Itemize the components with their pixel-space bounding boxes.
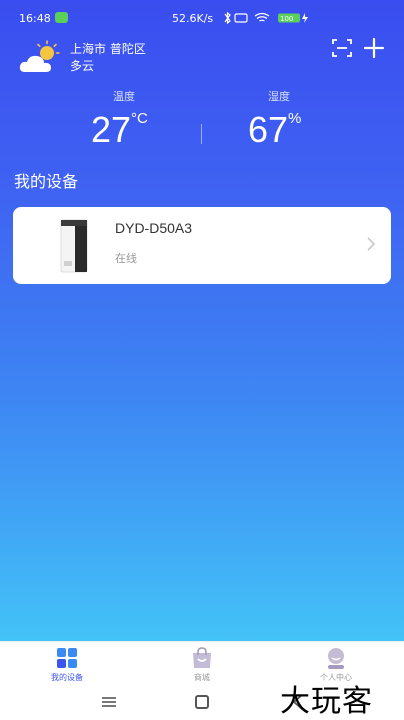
device-status: 在线 bbox=[115, 252, 137, 265]
status-bar: 16:48 52.6K/s 100 bbox=[0, 0, 404, 38]
profile-icon bbox=[328, 648, 344, 669]
tab-shop[interactable]: 商城 bbox=[162, 644, 242, 684]
humidity-label: 湿度 bbox=[268, 90, 290, 103]
humidity-value: 67 bbox=[248, 109, 289, 150]
watermark: 大玩客 bbox=[280, 684, 373, 719]
humidity-reading: 67% bbox=[248, 108, 301, 152]
temperature-unit: °C bbox=[131, 110, 148, 127]
temperature-value: 27 bbox=[91, 109, 132, 150]
tab-label: 商城 bbox=[194, 673, 210, 682]
network-speed: 52.6K/s bbox=[172, 12, 214, 25]
humidity-unit: % bbox=[288, 110, 302, 127]
status-icons: 100 bbox=[224, 11, 308, 25]
weather-city: 上海市 普陀区 bbox=[70, 42, 146, 56]
stat-divider bbox=[201, 124, 202, 144]
home-screen: 16:48 52.6K/s 100 上海市 普陀区 多云 温度 27°C 湿度 … bbox=[0, 0, 404, 641]
device-card[interactable]: DYD-D50A3 在线 bbox=[13, 207, 391, 284]
add-device-icon[interactable] bbox=[362, 36, 386, 60]
partly-cloudy-icon bbox=[19, 40, 60, 72]
home-icon[interactable] bbox=[195, 695, 209, 709]
battery-level: 100 bbox=[280, 15, 293, 23]
bluetooth-icon bbox=[224, 11, 231, 25]
status-time: 16:48 bbox=[19, 12, 51, 25]
app-notification-icon bbox=[55, 12, 68, 23]
dehumidifier-icon bbox=[60, 219, 88, 273]
sim-icon bbox=[234, 13, 248, 23]
scan-icon[interactable] bbox=[331, 37, 353, 59]
device-name: DYD-D50A3 bbox=[115, 220, 193, 236]
chevron-right-icon bbox=[367, 237, 376, 251]
charging-icon bbox=[302, 13, 308, 23]
my-devices-title: 我的设备 bbox=[14, 172, 79, 191]
shopping-bag-icon bbox=[193, 647, 211, 668]
temperature-label: 温度 bbox=[113, 90, 135, 103]
menu-icon[interactable] bbox=[102, 697, 116, 707]
weather-condition: 多云 bbox=[70, 59, 95, 73]
grid-icon bbox=[57, 648, 77, 668]
wifi-icon bbox=[254, 12, 270, 22]
temperature-reading: 27°C bbox=[91, 108, 148, 152]
tab-label: 我的设备 bbox=[51, 673, 83, 682]
tab-my-devices[interactable]: 我的设备 bbox=[27, 644, 107, 684]
